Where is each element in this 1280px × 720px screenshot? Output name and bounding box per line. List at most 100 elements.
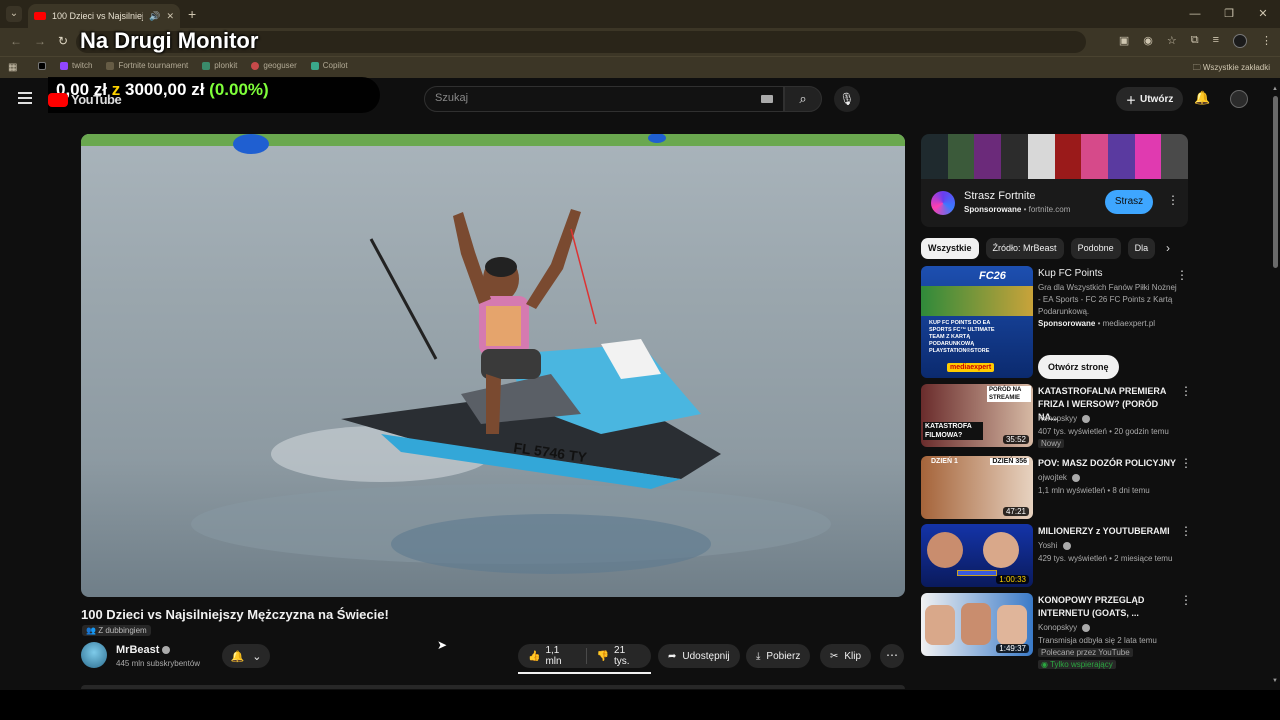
channel-name[interactable]: MrBeast: [116, 644, 171, 656]
chip-from-mrbeast[interactable]: Źródło: MrBeast: [985, 238, 1064, 259]
video-menu-icon[interactable]: ⋮: [1180, 593, 1192, 607]
video-menu-icon[interactable]: ⋮: [1180, 524, 1192, 538]
chip-all[interactable]: Wszystkie: [921, 238, 979, 259]
chevron-right-icon[interactable]: ›: [1166, 241, 1170, 255]
voice-search-button[interactable]: 🎙: [834, 86, 860, 112]
bookmark-twitch[interactable]: twitch: [60, 61, 92, 70]
bookmark-fortnite-tournament[interactable]: Fortnite tournament: [106, 61, 188, 70]
browser-menu-icon[interactable]: ⋮: [1261, 34, 1272, 48]
keyboard-icon[interactable]: [761, 95, 773, 103]
recommended-video[interactable]: KATASTROFA FILMOWA? PORÓD NA STREAMIE 35…: [921, 384, 1192, 448]
browser-tab-bar: ⌄ 100 Dzieci vs Najsilniejszy Mężczyzna …: [0, 0, 1280, 28]
bookmark-copilot[interactable]: Copilot: [310, 61, 348, 70]
banner-tile: [1054, 134, 1082, 179]
ad-cta-button[interactable]: Strasz: [1105, 190, 1153, 214]
bookmark-star-icon[interactable]: ☆: [1167, 34, 1177, 48]
dubbing-badge[interactable]: 👥 Z dubbingiem: [82, 625, 151, 636]
close-tab-icon[interactable]: ✕: [166, 11, 174, 22]
search-button[interactable]: ⌕: [784, 86, 822, 112]
banner-tile: [1027, 134, 1055, 179]
account-avatar[interactable]: [1230, 90, 1248, 108]
video-duration: 1:49:37: [996, 644, 1029, 653]
clip-button[interactable]: ✂ Klip: [820, 644, 872, 668]
toolbar-icons: ▣ ◉ ☆ ⧉ ≡ ⋮: [1119, 34, 1272, 48]
audio-playing-icon[interactable]: 🔊: [149, 11, 160, 22]
maximize-icon[interactable]: ❐: [1212, 0, 1246, 28]
video-meta: Transmisja odbyła się 2 lata temu: [1038, 636, 1157, 645]
more-actions-icon[interactable]: ⋯: [880, 644, 904, 668]
scroll-down-icon[interactable]: ▼: [1272, 678, 1278, 684]
recommended-video[interactable]: DZIEŃ 1 DZIEŃ 356 47:21 POV: MASZ DOZÓR …: [921, 456, 1192, 520]
youtube-logo-text: YouTube: [71, 92, 122, 107]
thumb-caption: KATASTROFA FILMOWA?: [923, 422, 983, 440]
video-meta: 407 tys. wyświetleń • 20 godzin temu: [1038, 427, 1169, 436]
promo-thumbnail[interactable]: FC26 KUP FC POINTS DO EA SPORTS FC™ ULTI…: [921, 266, 1033, 378]
verified-check-icon: [1062, 541, 1071, 550]
video-player[interactable]: FL 5746 TY: [81, 134, 905, 597]
recommended-badge: Polecane przez YouTube: [1038, 648, 1133, 657]
new-tab-button[interactable]: +: [188, 6, 196, 22]
video-title: POV: MASZ DOZÓR POLICYJNY: [1038, 458, 1177, 468]
video-duration: 35:52: [1002, 435, 1029, 444]
share-button[interactable]: ➦ Udostępnij: [658, 644, 740, 668]
stream-overlay-monitor-label: Na Drugi Monitor: [80, 28, 259, 53]
donation-target: 3000,00 zł: [125, 80, 205, 99]
x-bookmark-icon[interactable]: [38, 61, 46, 70]
mouse-cursor-icon: ➤: [437, 638, 448, 652]
download-button[interactable]: ⤓ Pobierz: [746, 644, 811, 668]
cast-icon[interactable]: ▣: [1119, 34, 1129, 48]
forward-icon[interactable]: →: [34, 34, 46, 48]
video-menu-icon[interactable]: ⋮: [1180, 456, 1192, 470]
description-box[interactable]: [81, 685, 905, 689]
apps-grid-icon[interactable]: ▦: [8, 62, 17, 73]
bookmark-geoguser[interactable]: geoguser: [251, 61, 297, 70]
scrollbar-thumb[interactable]: [1273, 96, 1278, 268]
create-button[interactable]: ＋ Utwórz: [1116, 87, 1184, 111]
profile-avatar[interactable]: [1233, 34, 1247, 48]
reload-icon[interactable]: ↻: [58, 34, 68, 48]
verified-check-icon: [1082, 414, 1091, 423]
search-box: [424, 86, 784, 112]
back-icon[interactable]: ←: [10, 34, 22, 48]
video-menu-icon[interactable]: ⋮: [1180, 384, 1192, 398]
members-only-badge: ◉ Tylko wspierający: [1038, 660, 1116, 669]
channel-avatar[interactable]: [81, 642, 107, 668]
banner-tile: [1107, 134, 1135, 179]
notifications-bell-icon[interactable]: 🔔: [1194, 90, 1210, 106]
minimize-icon[interactable]: —: [1178, 0, 1212, 28]
ad-menu-icon[interactable]: ⋮: [1167, 193, 1179, 207]
subscribed-notifications-button[interactable]: 🔔 ⌄: [222, 644, 270, 668]
microphone-icon: 🎙: [839, 92, 855, 106]
page-scrollbar[interactable]: ▲ ▼: [1270, 86, 1280, 690]
like-button[interactable]: 👍 1,1 mln: [518, 644, 586, 668]
chip-related[interactable]: Podobne: [1070, 238, 1121, 259]
open-site-button[interactable]: Otwórz stronę: [1038, 355, 1119, 379]
promo-menu-icon[interactable]: ⋮: [1176, 268, 1188, 282]
recommended-video[interactable]: 1:00:33 MILIONERZY z YOUTUBERAMI Yoshi 4…: [921, 524, 1192, 588]
bookmarks-bar: ▦ twitch Fortnite tournament plonkit geo…: [0, 56, 1280, 78]
scroll-up-icon[interactable]: ▲: [1272, 86, 1278, 92]
tab-title: 100 Dzieci vs Najsilniejszy Mężczyzna na…: [52, 11, 143, 21]
chip-for-you[interactable]: Dla: [1127, 238, 1156, 259]
search-input[interactable]: [435, 92, 735, 104]
mediaexpert-logo: mediaexpert: [947, 363, 995, 372]
hamburger-menu-icon[interactable]: [18, 92, 32, 107]
promo-title[interactable]: Kup FC Points: [1038, 268, 1102, 279]
channel-name: Yoshi: [1038, 541, 1071, 550]
scissors-icon: ✂: [830, 650, 839, 662]
bookmark-plonkit[interactable]: plonkit: [202, 61, 237, 70]
youtube-logo[interactable]: YouTube: [48, 92, 122, 107]
banner-tile: [1161, 134, 1188, 179]
bookmark-list: twitch Fortnite tournament plonkit geogu…: [38, 61, 348, 70]
close-window-icon[interactable]: ✕: [1246, 0, 1280, 28]
dislike-button[interactable]: 👎 21 tys.: [587, 644, 651, 668]
browser-tab-active[interactable]: 100 Dzieci vs Najsilniejszy Mężczyzna na…: [28, 4, 180, 28]
tab-search-chevron-icon[interactable]: ⌄: [6, 6, 22, 22]
media-icon[interactable]: ≡: [1213, 34, 1219, 48]
all-bookmarks-folder[interactable]: 🗀 Wszystkie zakładki: [1193, 62, 1270, 76]
ad-banner-image[interactable]: [921, 134, 1188, 179]
ad-card[interactable]: Strasz Fortnite Sponsorowane • fortnite.…: [921, 179, 1188, 227]
recommended-video[interactable]: 1:49:37 KONOPOWY PRZEGLĄD INTERNETU (GOA…: [921, 593, 1192, 669]
eye-off-icon[interactable]: ◉: [1143, 34, 1153, 48]
extensions-icon[interactable]: ⧉: [1191, 34, 1199, 48]
